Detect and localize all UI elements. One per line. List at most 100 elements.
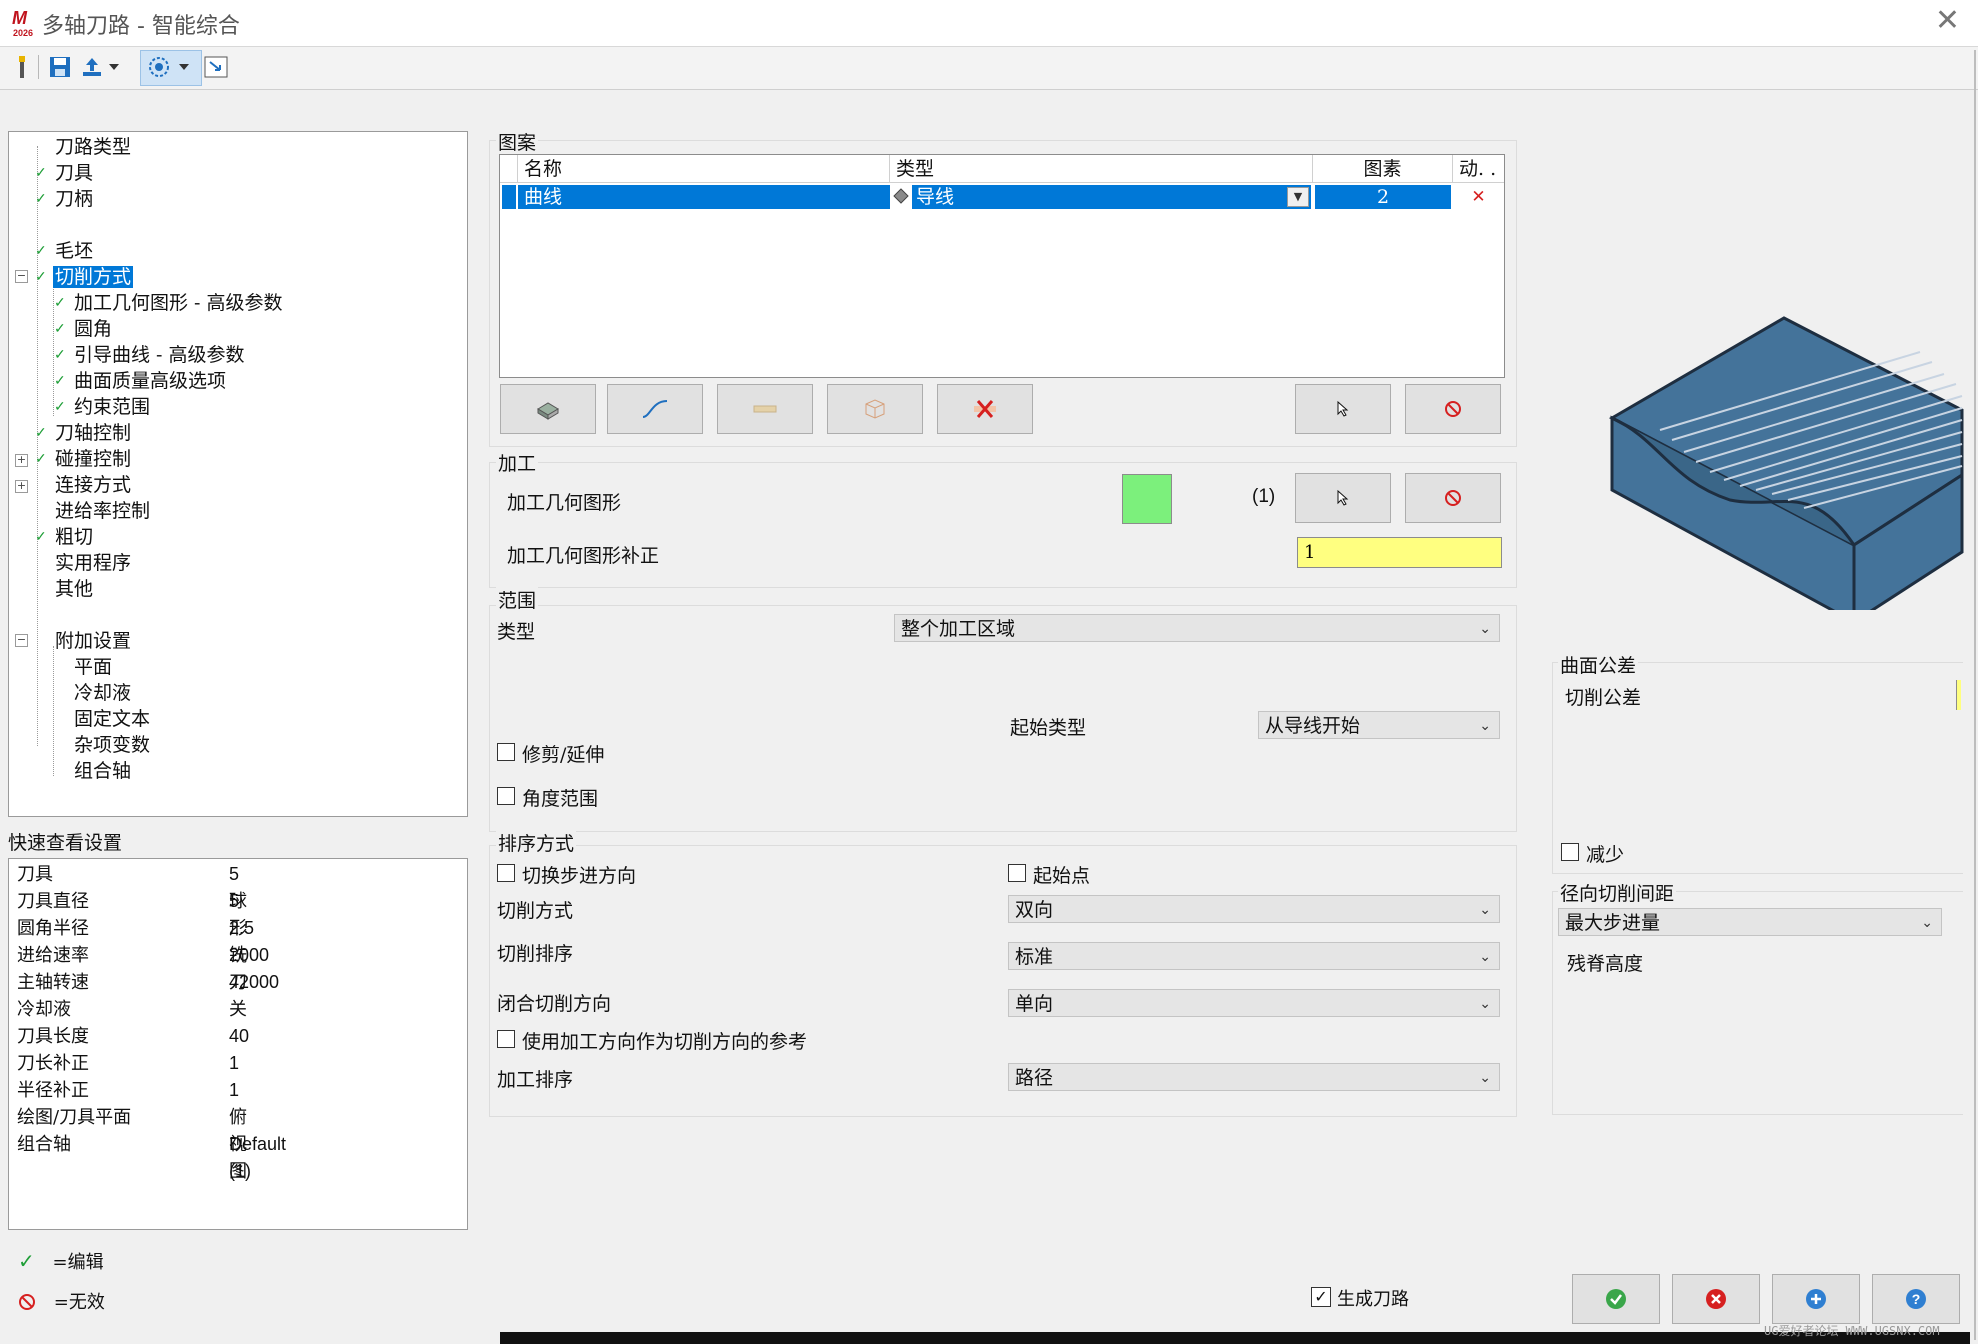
- cancel-button[interactable]: [1672, 1274, 1760, 1324]
- chevron-down-icon: ⌄: [1921, 915, 1933, 931]
- export-dropdown-icon[interactable]: [106, 53, 122, 81]
- tree-item-guide-curve-advanced[interactable]: ✓ 引导曲线 - 高级参数: [54, 342, 247, 368]
- remove-row-icon[interactable]: ✕: [1453, 185, 1504, 209]
- check-icon: ✓: [35, 425, 47, 441]
- help-button[interactable]: ?: [1872, 1274, 1960, 1324]
- use-machine-direction-checkbox[interactable]: [497, 1030, 515, 1048]
- plus-icon: [1806, 1289, 1826, 1309]
- tree-item-utilities[interactable]: 实用程序: [53, 550, 133, 576]
- range-type-select[interactable]: 整个加工区域 ⌄: [894, 614, 1500, 642]
- tree-item-plane[interactable]: 平面: [72, 654, 114, 680]
- add-plane-button[interactable]: [717, 384, 813, 434]
- angle-range-checkbox[interactable]: [497, 787, 515, 805]
- quick-row: 刀长补正 1: [17, 1053, 240, 1074]
- tree-item-canned-text[interactable]: 固定文本: [72, 706, 152, 732]
- title-bar: M 2026 多轴刀路 - 智能综合 ✕: [0, 0, 1978, 47]
- export-icon[interactable]: [78, 53, 106, 81]
- select-pattern-button[interactable]: [1295, 384, 1391, 434]
- quick-view-title: 快速查看设置: [8, 832, 123, 854]
- surface-tolerance-title: 曲面公差: [1558, 651, 1639, 678]
- column-name[interactable]: 名称: [518, 155, 890, 183]
- cut-pattern-illustration: [1600, 300, 1970, 625]
- tree-item-cut-pattern[interactable]: ✓ 切削方式: [35, 264, 134, 290]
- row-selector[interactable]: [502, 185, 516, 209]
- cursor-icon: [1337, 489, 1349, 506]
- tree-item-axis-combination[interactable]: 组合轴: [72, 758, 133, 784]
- machine-order-select[interactable]: 路径 ⌄: [1008, 1063, 1500, 1091]
- tree-item-tool[interactable]: ✓ 刀具: [35, 160, 95, 186]
- pattern-row-name[interactable]: 曲线: [518, 185, 890, 209]
- close-button[interactable]: ✕: [1935, 6, 1960, 36]
- tree-item-additional-settings[interactable]: 附加设置: [53, 628, 133, 654]
- geometry-offset-input[interactable]: [1297, 537, 1502, 568]
- tree-item-constraint-range[interactable]: ✓ 约束范围: [54, 394, 152, 420]
- window-icon[interactable]: [202, 53, 230, 81]
- tree-item-toolpath-type[interactable]: 刀路类型: [53, 134, 133, 160]
- closed-direction-select[interactable]: 单向 ⌄: [1008, 989, 1500, 1017]
- add-curve-button[interactable]: [607, 384, 703, 434]
- tree-item-surface-quality[interactable]: ✓ 曲面质量高级选项: [54, 368, 228, 394]
- select-geometry-button[interactable]: [1295, 473, 1391, 523]
- quick-row: 组合轴 Default (1): [17, 1134, 287, 1181]
- tree-item-feed-control[interactable]: 进给率控制: [53, 498, 152, 524]
- svg-text:2026: 2026: [13, 28, 33, 38]
- start-point-checkbox[interactable]: [1008, 864, 1026, 882]
- quick-row: 冷却液关: [17, 999, 247, 1020]
- cut-tolerance-input[interactable]: [1956, 680, 1961, 710]
- quick-row: 半径补正 1: [17, 1080, 240, 1101]
- reduce-checkbox[interactable]: [1561, 843, 1579, 861]
- expand-icon[interactable]: +: [15, 454, 28, 467]
- clear-pattern-button[interactable]: [1405, 384, 1501, 434]
- clear-geometry-button[interactable]: [1405, 473, 1501, 523]
- column-entities[interactable]: 图素: [1313, 155, 1453, 183]
- window-title: 多轴刀路 - 智能综合: [42, 14, 240, 39]
- pattern-row-count[interactable]: 2: [1315, 185, 1451, 209]
- geometry-color-swatch[interactable]: [1122, 474, 1172, 524]
- tree-item-other[interactable]: 其他: [53, 576, 95, 602]
- chevron-down-icon[interactable]: ▼: [1287, 187, 1309, 207]
- tree-item-stock[interactable]: ✓ 毛坯: [35, 238, 95, 264]
- trim-extend-checkbox[interactable]: [497, 743, 515, 761]
- delete-button[interactable]: [937, 384, 1033, 434]
- expand-icon[interactable]: +: [15, 480, 28, 493]
- use-machine-direction-label: 使用加工方向作为切削方向的参考: [522, 1031, 808, 1053]
- add-box-button[interactable]: [827, 384, 923, 434]
- legend-invalid: =无效: [18, 1288, 105, 1314]
- apply-button[interactable]: [1772, 1274, 1860, 1324]
- quick-row: 圆角半径 2.5: [17, 918, 255, 939]
- pattern-table[interactable]: 名称 类型 图素 动. . 曲线 导线 ▼ 2 ✕: [499, 154, 1505, 378]
- machine-order-label: 加工排序: [497, 1069, 574, 1091]
- collapse-icon[interactable]: −: [15, 634, 28, 647]
- tree-item-collision-control[interactable]: ✓ 碰撞控制: [35, 446, 133, 472]
- collapse-icon[interactable]: −: [15, 270, 28, 283]
- cut-order-select[interactable]: 标准 ⌄: [1008, 942, 1500, 970]
- svg-text:M: M: [12, 8, 28, 28]
- tree-item-tool-axis-control[interactable]: ✓ 刀轴控制: [35, 420, 133, 446]
- tree-item-geometry-advanced[interactable]: ✓ 加工几何图形 - 高级参数: [54, 290, 285, 316]
- view-toggle-group[interactable]: [140, 50, 202, 86]
- save-icon[interactable]: [46, 53, 74, 81]
- column-type[interactable]: 类型: [890, 155, 1313, 183]
- machining-geometry-label: 加工几何图形: [507, 492, 622, 514]
- column-action[interactable]: 动. .: [1453, 155, 1504, 183]
- generate-toolpath-checkbox[interactable]: ✓: [1311, 1287, 1331, 1307]
- box-icon: [865, 399, 885, 419]
- cut-method-select[interactable]: 双向 ⌄: [1008, 895, 1500, 923]
- add-solid-button[interactable]: [500, 384, 596, 434]
- start-type-select[interactable]: 从导线开始 ⌄: [1258, 711, 1500, 739]
- pattern-row-type[interactable]: 导线 ▼: [912, 185, 1311, 209]
- toolpath-icon[interactable]: [8, 53, 36, 81]
- chevron-down-icon: ⌄: [1479, 718, 1491, 734]
- switch-step-checkbox[interactable]: [497, 864, 515, 882]
- tree-item-linking[interactable]: 连接方式: [53, 472, 133, 498]
- tree-item-fillet[interactable]: ✓ 圆角: [54, 316, 114, 342]
- tree-item-holder[interactable]: ✓ 刀柄: [35, 186, 95, 212]
- view-dropdown-icon[interactable]: [175, 53, 193, 81]
- tree-item-misc-values[interactable]: 杂项变数: [72, 732, 152, 758]
- tree-item-roughing[interactable]: ✓ 粗切: [35, 524, 95, 550]
- tree-item-coolant[interactable]: 冷却液: [72, 680, 133, 706]
- ok-button[interactable]: [1572, 1274, 1660, 1324]
- chevron-down-icon: ⌄: [1479, 996, 1491, 1012]
- radial-step-mode-select[interactable]: 最大步进量 ⌄: [1558, 908, 1942, 936]
- view-icon[interactable]: [145, 53, 173, 81]
